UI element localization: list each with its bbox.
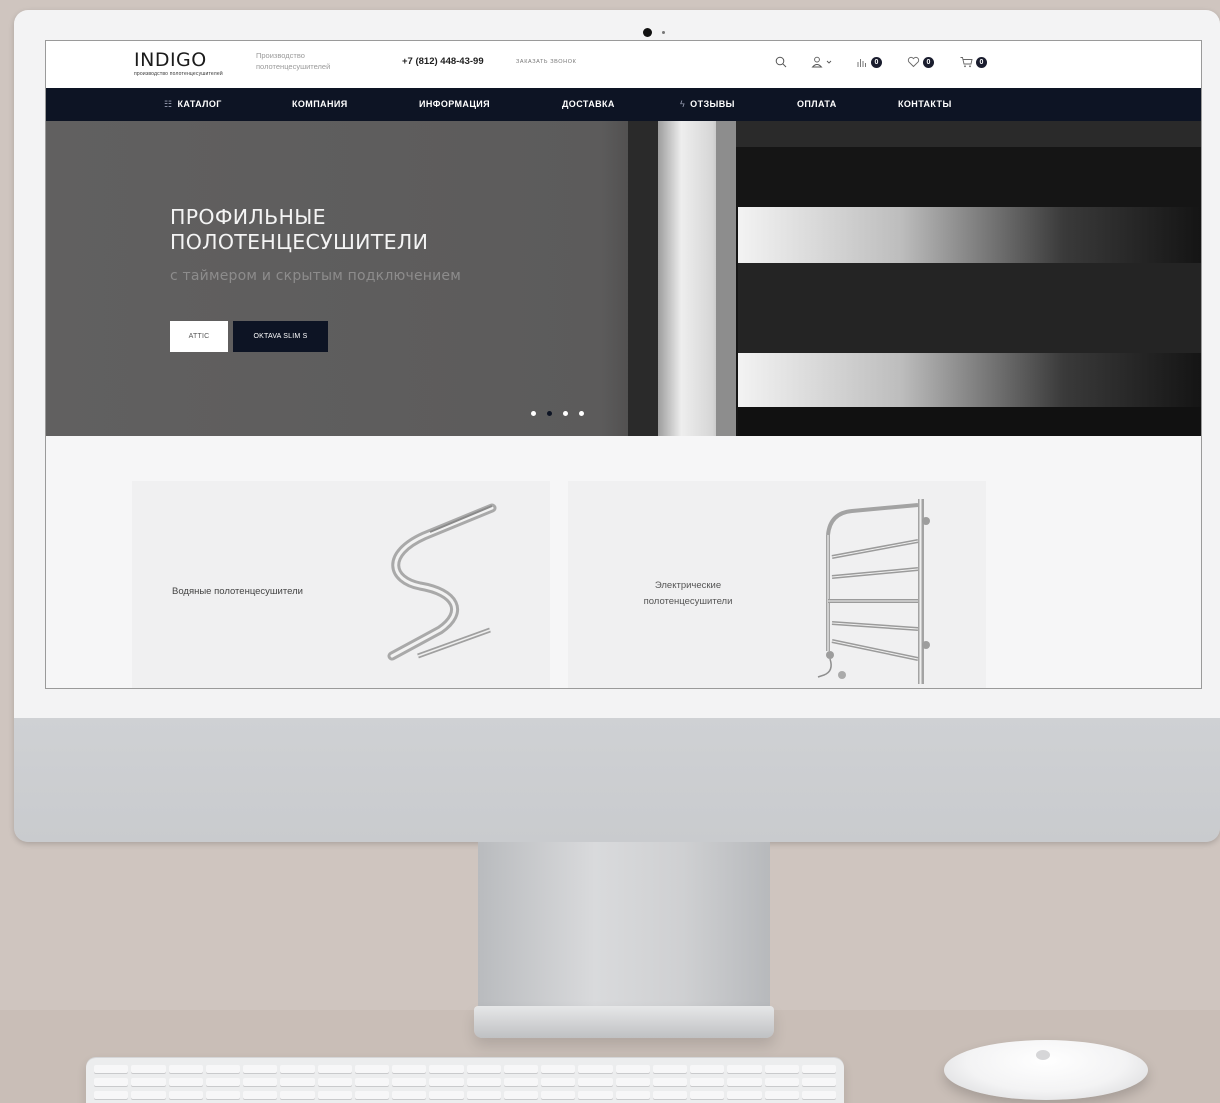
grid-icon: ☷ xyxy=(164,99,173,109)
monitor-stand xyxy=(478,842,770,1010)
nav-item-contacts[interactable]: КОНТАКТЫ xyxy=(898,88,952,121)
slider-dot-active[interactable] xyxy=(547,411,552,416)
bolt-icon: ϟ xyxy=(680,99,686,109)
compare-count-badge: 0 xyxy=(871,56,882,68)
chevron-down-icon xyxy=(826,60,832,64)
heart-icon xyxy=(907,56,920,68)
camera-icon xyxy=(643,28,652,37)
nav-label: ДОСТАВКА xyxy=(562,99,615,109)
compare-icon xyxy=(857,59,866,67)
nav-label: ОПЛАТА xyxy=(797,99,837,109)
hero-subtitle: с таймером и скрытым подключением xyxy=(170,268,461,284)
tagline: Производство полотенцесушителей xyxy=(256,51,331,71)
nav-item-information[interactable]: ИНФОРМАЦИЯ xyxy=(419,88,490,121)
water-towel-rail-image xyxy=(387,503,497,661)
category-card-water[interactable]: Водяные полотенцесушители xyxy=(132,481,550,688)
oktava-slim-s-button[interactable]: OKTAVA SLIM S xyxy=(233,321,328,352)
search-icon xyxy=(775,56,787,68)
cart-count-badge: 0 xyxy=(976,56,987,68)
cart-button[interactable]: 0 xyxy=(960,52,987,72)
search-button[interactable] xyxy=(775,52,787,72)
screen: INDIGO производство полотенцесушителей П… xyxy=(45,40,1202,689)
nav-item-reviews[interactable]: ϟ ОТЗЫВЫ xyxy=(680,88,735,121)
slider-dot[interactable] xyxy=(531,411,536,416)
logo-subtext: производство полотенцесушителей xyxy=(134,71,223,77)
phone-number[interactable]: +7 (812) 448-43-99 xyxy=(402,56,484,67)
mouse xyxy=(944,1040,1148,1100)
wishlist-button[interactable]: 0 xyxy=(907,52,934,72)
nav-label: ОТЗЫВЫ xyxy=(690,99,735,109)
nav-item-payment[interactable]: ОПЛАТА xyxy=(797,88,837,121)
wishlist-count-badge: 0 xyxy=(923,56,934,68)
main-nav: ☷ КАТАЛОГ КОМПАНИЯ ИНФОРМАЦИЯ ДОСТАВКА ϟО… xyxy=(46,88,1201,121)
nav-label: КАТАЛОГ xyxy=(177,99,222,109)
nav-label: КОНТАКТЫ xyxy=(898,99,952,109)
nav-label: ИНФОРМАЦИЯ xyxy=(419,99,491,109)
nav-item-company[interactable]: КОМПАНИЯ xyxy=(292,88,348,121)
monitor-stand-foot xyxy=(474,1006,774,1038)
slider-dot[interactable] xyxy=(579,411,584,416)
nav-item-catalog[interactable]: ☷ КАТАЛОГ xyxy=(164,88,222,121)
hero-title: ПРОФИЛЬНЫЕ ПОЛОТЕНЦЕСУШИТЕЛИ xyxy=(170,205,590,255)
category-label: Водяные полотенцесушители xyxy=(172,586,303,597)
site-header: INDIGO производство полотенцесушителей П… xyxy=(46,41,1201,88)
hero-title-line: ПОЛОТЕНЦЕСУШИТЕЛИ xyxy=(170,230,429,254)
category-card-electric[interactable]: Электрические полотенцесушители xyxy=(568,481,986,688)
slider-dot[interactable] xyxy=(563,411,568,416)
attic-button[interactable]: ATTIC xyxy=(170,321,228,352)
apple-logo-icon xyxy=(1036,1050,1050,1060)
user-icon xyxy=(811,56,823,68)
hero-title-line: ПРОФИЛЬНЫЕ xyxy=(170,205,326,229)
nav-label: КОМПАНИЯ xyxy=(292,99,348,109)
user-menu-button[interactable] xyxy=(811,52,832,72)
hero-slider: ПРОФИЛЬНЫЕ ПОЛОТЕНЦЕСУШИТЕЛИ с таймером … xyxy=(46,121,1201,436)
compare-button[interactable]: 0 xyxy=(856,52,882,72)
keyboard xyxy=(86,1058,844,1103)
electric-towel-rail-image xyxy=(817,499,930,684)
site-logo[interactable]: INDIGO производство полотенцесушителей xyxy=(134,50,223,77)
logo-text: INDIGO xyxy=(134,49,207,71)
category-label: Электрические полотенцесушители xyxy=(643,580,733,607)
sensor-icon xyxy=(662,31,665,34)
slider-dots xyxy=(531,411,584,416)
cart-icon xyxy=(960,57,973,68)
callback-link[interactable]: заказать звонок xyxy=(516,59,576,65)
nav-item-delivery[interactable]: ДОСТАВКА xyxy=(562,88,615,121)
